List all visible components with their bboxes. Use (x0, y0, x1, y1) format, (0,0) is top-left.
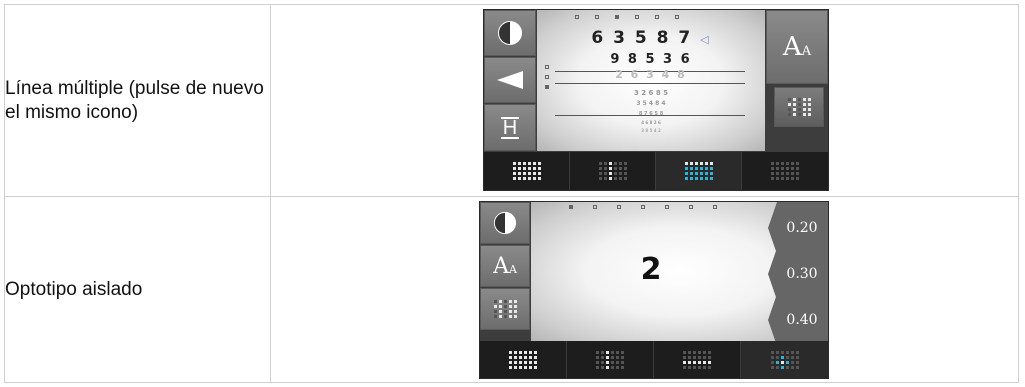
column-chart-icon (598, 162, 627, 180)
tab-multi-line[interactable] (656, 152, 742, 190)
left-panel-fill (480, 331, 530, 341)
chart-screen: 6 3 5 8 7 ◁ 9 8 5 3 6 2 6 3 4 8 3 2 6 8 … (537, 10, 765, 151)
line-marker (555, 83, 745, 84)
screenshot-cell: AA 2 0.20 0.30 0.40 (270, 196, 1019, 383)
full-chart-icon (509, 350, 537, 369)
indicator-square (615, 15, 619, 19)
multi-line-icon (493, 300, 517, 318)
screenshot-cell: H 6 3 5 8 7 ◁ 9 8 5 3 6 2 6 3 4 8 3 2 6 … (270, 4, 1019, 197)
table-row: Línea múltiple (pulse de nuevo el mismo … (4, 4, 1019, 197)
h-letter-icon: H (500, 116, 520, 139)
indicator-square (641, 205, 645, 209)
arrow-marker-icon: ◁ (700, 33, 711, 46)
bottom-tab-bar (484, 152, 828, 190)
column-chart-icon (596, 350, 624, 369)
acuity-level-button[interactable]: 0.40 (768, 294, 828, 341)
contrast-button[interactable] (480, 202, 530, 244)
font-size-button[interactable]: AA (766, 10, 828, 84)
indicator-square (575, 15, 579, 19)
row-label: Optotipo aislado (4, 196, 271, 383)
chart-line-7: 4 6 8 2 6 (641, 120, 661, 125)
tab-full-chart[interactable] (484, 152, 570, 190)
indicator-square (595, 15, 599, 19)
arrow-left-icon (497, 71, 523, 89)
acuity-level-button[interactable]: 0.30 (768, 248, 828, 300)
acuity-level-button[interactable]: 0.20 (768, 202, 828, 254)
font-size-icon: AA (782, 32, 812, 62)
indicator-square (635, 15, 639, 19)
chart-line-3: 2 6 3 4 8 (615, 68, 687, 81)
multi-line-chart-icon (684, 162, 713, 180)
multi-line-button[interactable] (774, 87, 824, 127)
tab-single[interactable] (742, 152, 828, 190)
device-single-optotype: AA 2 0.20 0.30 0.40 (479, 201, 829, 379)
indicator-square (713, 205, 717, 209)
indicator-square (617, 205, 621, 209)
line-chart-icon (683, 350, 711, 369)
tab-full-chart[interactable] (480, 341, 567, 378)
contrast-button[interactable] (484, 10, 536, 56)
indicator-square (665, 205, 669, 209)
chart-line-4: 3 2 6 8 5 (633, 89, 669, 97)
single-optotype: 2 (640, 252, 662, 287)
h-letter-button[interactable]: H (484, 104, 536, 151)
full-chart-icon (512, 162, 541, 180)
arrow-left-button[interactable] (484, 57, 536, 103)
font-size-button[interactable]: AA (480, 245, 530, 287)
indicator-square (593, 205, 597, 209)
contrast-icon (493, 211, 517, 235)
chart-line-6: 8 7 6 5 8 (638, 111, 664, 117)
multi-line-icon (787, 98, 811, 116)
optotype-screen: 2 0.20 0.30 0.40 (531, 202, 828, 341)
tab-column[interactable] (567, 341, 654, 378)
multi-line-button[interactable] (480, 288, 530, 330)
contrast-icon (498, 21, 522, 45)
bottom-tab-bar (480, 341, 828, 378)
chart-line-8: 3 8 5 4 2 (641, 128, 661, 133)
indicator-square (675, 15, 679, 19)
acuity-level-panel: 0.20 0.30 0.40 (768, 202, 828, 341)
font-size-icon: AA (493, 253, 517, 279)
device-multi-line: H 6 3 5 8 7 ◁ 9 8 5 3 6 2 6 3 4 8 3 2 6 … (483, 9, 829, 191)
indicator-square (655, 15, 659, 19)
indicator-square (569, 205, 573, 209)
chart-line-2: 9 8 5 3 6 (610, 52, 692, 67)
single-optotype-chart-icon (771, 162, 799, 180)
tab-line[interactable] (654, 341, 741, 378)
chart-line-5: 3 5 4 8 4 (636, 100, 666, 107)
row-label: Línea múltiple (pulse de nuevo el mismo … (4, 4, 271, 197)
instruction-table: Línea múltiple (pulse de nuevo el mismo … (4, 4, 1019, 383)
tab-single[interactable] (741, 341, 828, 378)
single-optotype-chart-icon (770, 350, 799, 369)
chart-line-1: 6 3 5 8 7 ◁ (591, 28, 711, 48)
tab-column[interactable] (570, 152, 656, 190)
table-row: Optotipo aislado AA 2 0.20 0.30 0.40 (4, 196, 1019, 383)
indicator-square (689, 205, 693, 209)
